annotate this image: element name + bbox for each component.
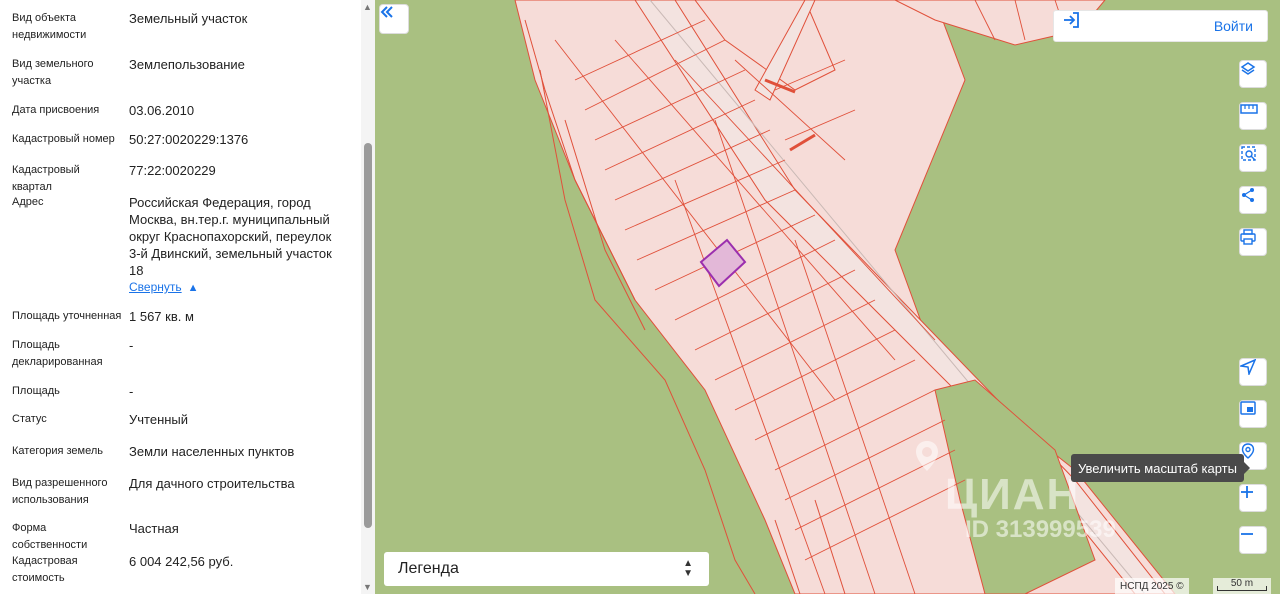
location-pin-icon bbox=[916, 441, 938, 471]
legend-label: Легенда bbox=[398, 560, 459, 577]
watermark-brand: ЦИАН bbox=[945, 470, 1081, 519]
field-value: Землепользование bbox=[129, 57, 245, 72]
field-label: Дата присвоения bbox=[12, 104, 100, 116]
minimap-icon bbox=[1240, 401, 1256, 415]
field-value: Земельный участок bbox=[129, 11, 248, 26]
field-assign-date: Дата присвоения 03.06.2010 bbox=[12, 102, 352, 122]
area-select-button[interactable] bbox=[1239, 144, 1267, 172]
zoom-in-button[interactable] bbox=[1239, 484, 1267, 512]
field-value: Российская Федерация, город Москва, вн.т… bbox=[129, 195, 332, 278]
field-label: Форма собственности bbox=[12, 522, 88, 551]
field-address: Адрес Российская Федерация, город Москва… bbox=[12, 194, 352, 294]
scroll-up-arrow-icon[interactable]: ▲ bbox=[363, 2, 372, 12]
field-object-type: Вид объекта недвижимости Земельный участ… bbox=[12, 10, 352, 46]
chevron-up-icon: ▲ bbox=[187, 282, 199, 294]
field-status: Статус Учтенный bbox=[12, 411, 352, 431]
field-permitted-use: Вид разрешенного использования Для дачно… bbox=[12, 475, 352, 511]
layers-button[interactable] bbox=[1239, 60, 1267, 88]
field-label: Площадь bbox=[12, 385, 60, 397]
printer-icon bbox=[1240, 229, 1256, 245]
area-select-icon bbox=[1241, 146, 1256, 161]
field-area: Площадь - bbox=[12, 383, 352, 403]
map-scale: 50 m bbox=[1213, 578, 1271, 594]
field-ownership: Форма собственности Частная bbox=[12, 520, 352, 551]
ruler-button[interactable] bbox=[1239, 102, 1267, 130]
panel-scrollbar[interactable]: ▲ ▼ bbox=[361, 0, 375, 594]
collapse-panel-button[interactable] bbox=[379, 4, 409, 34]
field-label: Площадь декларированная bbox=[12, 339, 103, 368]
field-label: Вид земельного участка bbox=[12, 58, 94, 87]
field-label: Вид разрешенного использования bbox=[12, 477, 108, 506]
my-location-button[interactable] bbox=[1239, 358, 1267, 386]
layers-icon bbox=[1240, 62, 1256, 75]
minimap-button[interactable] bbox=[1239, 400, 1267, 428]
field-value: 6 004 242,56 руб. bbox=[129, 554, 234, 569]
map-copyright: НСПД 2025 © bbox=[1115, 578, 1189, 594]
field-cadastral-quarter: Кадастровый квартал 77:22:0020229 bbox=[12, 162, 352, 193]
ruler-icon bbox=[1240, 104, 1258, 114]
field-land-category: Категория земель Земли населенных пункто… bbox=[12, 443, 352, 463]
legend-dropdown[interactable]: Легенда ▲ ▼ bbox=[384, 552, 709, 586]
field-cadastral-number: Кадастровый номер 50:27:0020229:1376 bbox=[12, 131, 352, 151]
navigation-arrow-icon bbox=[1240, 359, 1256, 375]
field-label: Кадастровая стоимость bbox=[12, 555, 78, 584]
watermark-id: ID 313999539 bbox=[965, 516, 1116, 543]
scale-bar bbox=[1217, 586, 1267, 591]
field-label: Статус bbox=[12, 413, 47, 425]
collapse-link[interactable]: Свернуть bbox=[129, 280, 182, 294]
collapse-address[interactable]: Свернуть ▲ bbox=[129, 278, 199, 296]
zoom-in-tooltip: Увеличить масштаб карты bbox=[1071, 454, 1250, 482]
field-value: Земли населенных пунктов bbox=[129, 444, 295, 459]
zoom-out-button[interactable] bbox=[1239, 526, 1267, 554]
field-land-type: Вид земельного участка Землепользование bbox=[12, 56, 352, 92]
field-label: Площадь уточненная bbox=[12, 310, 122, 322]
field-label: Кадастровый номер bbox=[12, 133, 115, 145]
field-value: Учтенный bbox=[129, 412, 189, 427]
field-value: Частная bbox=[129, 521, 179, 536]
cadastral-map[interactable]: ЦИАН ID 313999539 Войти Увеличить масшта… bbox=[375, 0, 1280, 594]
field-value[interactable]: 77:22:0020229 bbox=[129, 162, 344, 179]
map-parcels-layer bbox=[514, 0, 1176, 594]
double-chevron-left-icon bbox=[380, 6, 393, 18]
field-value[interactable]: 50:27:0020229:1376 bbox=[129, 131, 344, 148]
plus-icon bbox=[1241, 486, 1253, 498]
field-label: Адрес bbox=[12, 196, 44, 208]
scroll-thumb[interactable] bbox=[364, 143, 372, 528]
scroll-down-arrow-icon[interactable]: ▼ bbox=[363, 582, 372, 592]
login-label: Войти bbox=[1213, 18, 1253, 34]
field-value: Для дачного строительства bbox=[129, 476, 295, 491]
field-value: - bbox=[129, 384, 134, 399]
field-value: - bbox=[129, 338, 134, 353]
field-label: Вид объекта недвижимости bbox=[12, 12, 87, 41]
expand-arrows-icon: ▲ ▼ bbox=[683, 558, 693, 579]
field-label: Категория земель bbox=[12, 445, 103, 457]
share-button[interactable] bbox=[1239, 186, 1267, 214]
info-panel: Вид объекта недвижимости Земельный участ… bbox=[0, 0, 375, 594]
field-label: Кадастровый квартал bbox=[12, 164, 80, 193]
login-icon bbox=[1064, 12, 1079, 28]
field-area-declared: Площадь декларированная - bbox=[12, 337, 352, 373]
minus-icon bbox=[1241, 533, 1253, 535]
login-button[interactable]: Войти bbox=[1053, 10, 1268, 42]
field-area-refined: Площадь уточненная 1 567 кв. м bbox=[12, 308, 352, 328]
field-value: 1 567 кв. м bbox=[129, 309, 194, 324]
field-cadastral-value: Кадастровая стоимость 6 004 242,56 руб. bbox=[12, 553, 352, 589]
share-icon bbox=[1242, 188, 1254, 202]
field-value: 03.06.2010 bbox=[129, 103, 195, 118]
print-button[interactable] bbox=[1239, 228, 1267, 256]
